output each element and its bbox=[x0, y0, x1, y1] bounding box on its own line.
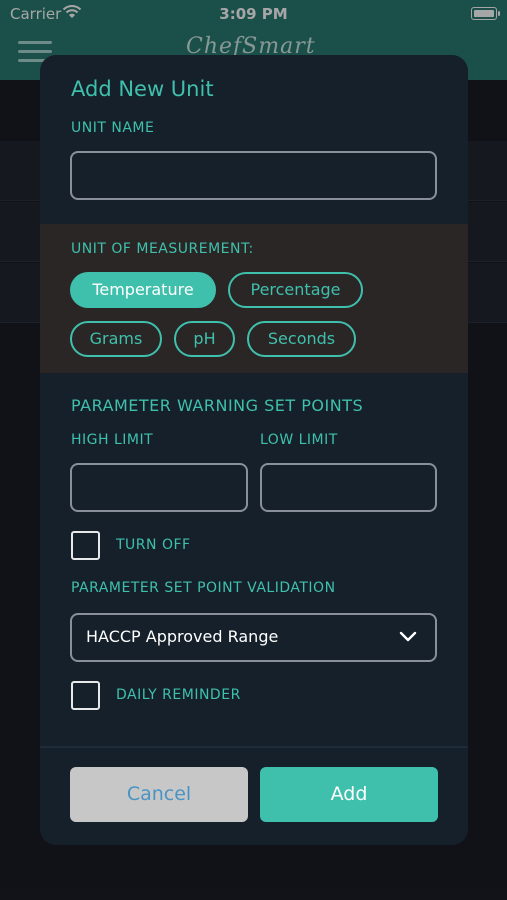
unit-name-input[interactable] bbox=[70, 151, 437, 200]
high-limit-label: HIGH LIMIT bbox=[71, 432, 154, 448]
cancel-button[interactable]: Cancel bbox=[70, 767, 248, 822]
validation-select[interactable]: HACCP Approved Range bbox=[70, 613, 437, 662]
modal-title: Add New Unit bbox=[71, 77, 214, 101]
validation-selected-value: HACCP Approved Range bbox=[86, 627, 279, 646]
uom-option-seconds[interactable]: Seconds bbox=[247, 321, 356, 357]
unit-of-measurement-label: UNIT OF MEASUREMENT: bbox=[71, 241, 254, 257]
validation-label: PARAMETER SET POINT VALIDATION bbox=[71, 580, 336, 596]
daily-reminder-checkbox[interactable] bbox=[71, 681, 100, 710]
add-button[interactable]: Add bbox=[260, 767, 438, 822]
unit-of-measurement-section: UNIT OF MEASUREMENT: Temperature Percent… bbox=[40, 224, 468, 373]
turn-off-checkbox[interactable] bbox=[71, 531, 100, 560]
uom-option-grams[interactable]: Grams bbox=[70, 321, 162, 357]
high-limit-input[interactable] bbox=[70, 463, 248, 512]
uom-option-percentage[interactable]: Percentage bbox=[228, 272, 363, 308]
daily-reminder-label: DAILY REMINDER bbox=[116, 687, 241, 703]
warning-set-points-heading: PARAMETER WARNING SET POINTS bbox=[71, 396, 364, 415]
uom-option-temperature[interactable]: Temperature bbox=[70, 272, 216, 308]
low-limit-label: LOW LIMIT bbox=[260, 432, 338, 448]
turn-off-label: TURN OFF bbox=[116, 537, 191, 553]
uom-option-ph[interactable]: pH bbox=[174, 321, 235, 357]
add-unit-modal: Add New Unit UNIT NAME UNIT OF MEASUREME… bbox=[40, 55, 468, 845]
divider bbox=[40, 746, 468, 748]
unit-name-label: UNIT NAME bbox=[71, 120, 155, 136]
low-limit-input[interactable] bbox=[260, 463, 437, 512]
chevron-down-icon bbox=[399, 628, 417, 646]
